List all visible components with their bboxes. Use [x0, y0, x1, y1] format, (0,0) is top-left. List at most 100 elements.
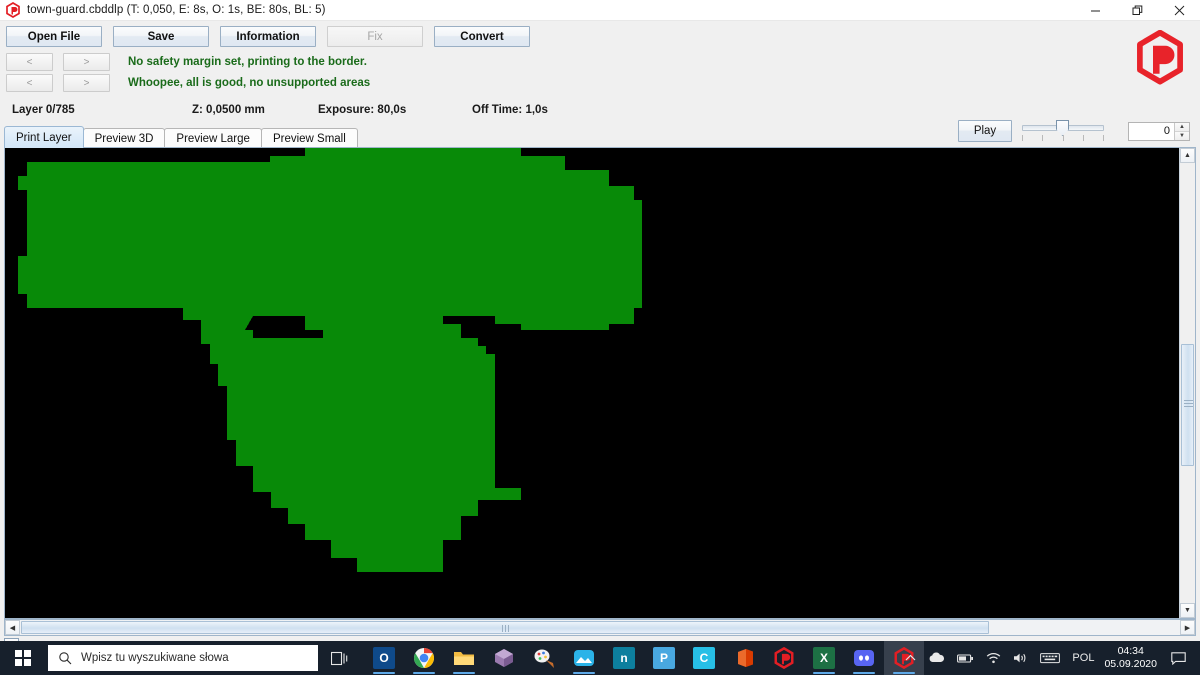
wifi-icon	[987, 652, 1001, 664]
close-button[interactable]	[1158, 0, 1200, 21]
status-bar: Layer 0/785 Z: 0,0500 mm Exposure: 80,0s…	[0, 104, 1200, 126]
layer-canvas[interactable]	[5, 148, 1179, 602]
scroll-down-button[interactable]: ▼	[1180, 603, 1195, 618]
uvtools-logo-icon	[1137, 30, 1183, 85]
running-indicator	[413, 672, 435, 674]
taskbar-excel[interactable]: X	[804, 641, 844, 675]
taskbar-paint-3d[interactable]	[524, 641, 564, 675]
task-view-icon	[330, 651, 347, 665]
minimize-icon	[1090, 10, 1100, 12]
wifi-tray-icon[interactable]	[980, 641, 1007, 675]
title-bar: town-guard.cbddlp (T: 0,050, E: 8s, O: 1…	[0, 0, 1200, 21]
discord-icon	[854, 650, 874, 666]
paint-3d-icon	[534, 649, 554, 668]
taskbar-nanodlp[interactable]: n	[604, 641, 644, 675]
folder-icon	[454, 652, 474, 665]
taskbar-office[interactable]	[724, 641, 764, 675]
battery-icon	[957, 653, 974, 663]
keyboard-tray-icon[interactable]	[1034, 641, 1066, 675]
issue-row-supports: < > Whoopee, all is good, no unsupported…	[6, 74, 370, 92]
play-button[interactable]: Play	[958, 120, 1012, 142]
running-indicator	[813, 672, 835, 674]
vertical-scroll-thumb[interactable]	[1181, 344, 1194, 466]
margin-message: No safety margin set, printing to the bo…	[128, 56, 367, 68]
action-center-button[interactable]	[1165, 641, 1192, 675]
restore-icon	[1132, 5, 1142, 15]
search-icon	[59, 652, 72, 665]
volume-icon	[1014, 653, 1026, 663]
issue-row-margin: < > No safety margin set, printing to th…	[6, 53, 367, 71]
z-height-indicator: Z: 0,0500 mm	[192, 104, 265, 116]
slider-ticks	[1022, 135, 1104, 142]
playback-speed-slider[interactable]	[1022, 120, 1104, 144]
windows-logo-icon	[15, 650, 31, 666]
save-button[interactable]: Save	[113, 26, 209, 47]
uvtools-icon	[774, 647, 794, 669]
taskbar-file-explorer[interactable]	[444, 641, 484, 675]
next-support-issue-button[interactable]: >	[63, 74, 110, 92]
spinner-value[interactable]: 0	[1129, 123, 1174, 140]
layer-viewer[interactable]	[4, 147, 1196, 619]
convert-button[interactable]: Convert	[434, 26, 530, 47]
clock-time: 04:34	[1117, 645, 1144, 657]
supports-message: Whoopee, all is good, no unsupported are…	[128, 77, 371, 89]
scroll-up-button[interactable]: ▲	[1180, 148, 1195, 163]
running-indicator	[453, 672, 475, 674]
show-hidden-icons-button[interactable]	[899, 641, 922, 675]
vertical-scrollbar[interactable]: ▲ ▼	[1179, 147, 1196, 619]
scroll-right-button[interactable]: ▶	[1180, 620, 1195, 635]
nanodlp-icon: n	[613, 647, 635, 669]
battery-tray-icon[interactable]	[951, 641, 980, 675]
taskbar-clock[interactable]: 04:34 05.09.2020	[1100, 641, 1165, 675]
layer-number-spinner[interactable]: 0 ▲ ▼	[1128, 122, 1190, 141]
prev-support-issue-button[interactable]: <	[6, 74, 53, 92]
layer-indicator: Layer 0/785	[12, 104, 75, 116]
slider-thumb[interactable]	[1056, 120, 1069, 136]
windows-taskbar: Wpisz tu wyszukiwane słowa O n P C X POL…	[0, 641, 1200, 675]
information-button[interactable]: Information	[220, 26, 316, 47]
spinner-up-button[interactable]: ▲	[1175, 123, 1189, 132]
start-button[interactable]	[0, 641, 46, 675]
taskbar-outlook[interactable]: O	[364, 641, 404, 675]
minimize-button[interactable]	[1074, 0, 1116, 21]
taskbar-chrome[interactable]	[404, 641, 444, 675]
chitubox-icon: C	[693, 647, 715, 669]
task-view-button[interactable]	[318, 641, 360, 675]
cube-icon	[495, 649, 513, 667]
search-placeholder-text: Wpisz tu wyszukiwane słowa	[81, 652, 229, 664]
prev-margin-issue-button[interactable]: <	[6, 53, 53, 71]
taskbar-photoshop[interactable]: P	[644, 641, 684, 675]
office-icon	[738, 649, 753, 667]
tab-preview-large[interactable]: Preview Large	[164, 128, 262, 148]
taskbar-discord[interactable]	[844, 641, 884, 675]
window-title: town-guard.cbddlp (T: 0,050, E: 8s, O: 1…	[27, 4, 326, 16]
taskbar-photos[interactable]	[564, 641, 604, 675]
spinner-arrows: ▲ ▼	[1174, 123, 1189, 140]
running-indicator	[573, 672, 595, 674]
taskbar-app-icons: O n P C X	[364, 641, 924, 675]
taskbar-3d-builder[interactable]	[484, 641, 524, 675]
taskbar-search-box[interactable]: Wpisz tu wyszukiwane słowa	[48, 645, 318, 671]
tab-preview-3d[interactable]: Preview 3D	[82, 128, 166, 148]
off-time-indicator: Off Time: 1,0s	[472, 104, 548, 116]
running-indicator	[373, 672, 395, 674]
taskbar-uvtools-alt[interactable]	[764, 641, 804, 675]
tab-print-layer[interactable]: Print Layer	[4, 126, 84, 148]
horizontal-scrollbar[interactable]: ◀ ▶	[4, 619, 1196, 636]
uvtools-icon	[6, 2, 20, 18]
maximize-button[interactable]	[1116, 0, 1158, 21]
outlook-icon: O	[373, 647, 395, 669]
tab-preview-small[interactable]: Preview Small	[260, 128, 358, 148]
scroll-left-button[interactable]: ◀	[5, 620, 20, 635]
spinner-down-button[interactable]: ▼	[1175, 132, 1189, 140]
language-indicator[interactable]: POL	[1066, 641, 1100, 675]
open-file-button[interactable]: Open File	[6, 26, 102, 47]
photos-icon	[574, 650, 594, 666]
onedrive-tray-icon[interactable]	[922, 641, 951, 675]
show-desktop-button[interactable]	[1192, 641, 1200, 675]
volume-tray-icon[interactable]	[1007, 641, 1034, 675]
taskbar-chitubox[interactable]: C	[684, 641, 724, 675]
horizontal-scroll-thumb[interactable]	[21, 621, 989, 634]
next-margin-issue-button[interactable]: >	[63, 53, 110, 71]
window-controls	[1074, 0, 1200, 21]
